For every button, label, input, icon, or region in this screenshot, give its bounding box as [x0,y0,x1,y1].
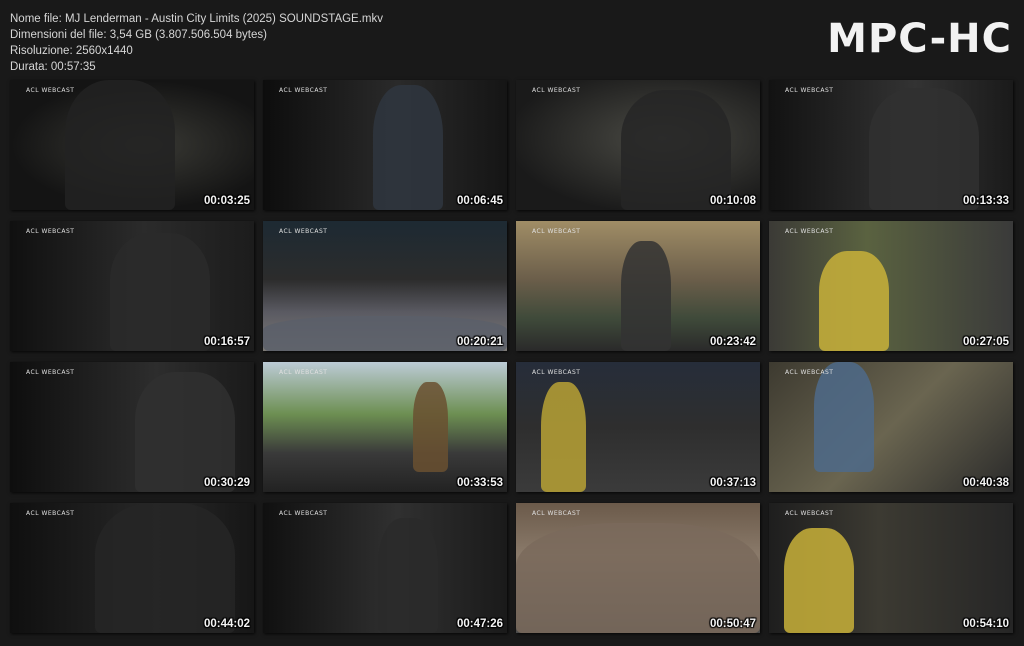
thumbnail-timecode: 00:23:42 [709,336,756,348]
video-thumbnail: ACL WEBCAST 00:50:47 [516,503,760,633]
thumbnail-timecode: 00:03:25 [203,195,250,207]
thumbnail-timecode: 00:33:53 [456,477,503,489]
thumbnail-subject [784,528,854,633]
thumbnail-timecode: 00:30:29 [203,477,250,489]
broadcast-watermark: ACL WEBCAST [785,369,834,376]
video-thumbnail: ACL WEBCAST 00:54:10 [769,503,1013,633]
thumbnail-frame [263,362,507,492]
video-thumbnail: ACL WEBCAST 00:37:13 [516,362,760,492]
thumbnail-subject [516,523,760,633]
video-thumbnail: ACL WEBCAST 00:27:05 [769,221,1013,351]
broadcast-watermark: ACL WEBCAST [532,510,581,517]
video-thumbnail: ACL WEBCAST 00:23:42 [516,221,760,351]
thumbnail-timecode: 00:47:26 [456,618,503,630]
broadcast-watermark: ACL WEBCAST [785,510,834,517]
thumbnail-subject [869,88,979,210]
broadcast-watermark: ACL WEBCAST [279,87,328,94]
video-thumbnail: ACL WEBCAST 00:16:57 [10,221,254,351]
video-thumbnail: ACL WEBCAST 00:30:29 [10,362,254,492]
video-thumbnail: ACL WEBCAST 00:44:02 [10,503,254,633]
thumbnail-timecode: 00:16:57 [203,336,250,348]
video-thumbnail: ACL WEBCAST 00:03:25 [10,80,254,210]
broadcast-watermark: ACL WEBCAST [279,228,328,235]
thumbnail-subject [621,241,671,351]
thumbnail-subject [413,382,448,472]
thumbnail-subject [541,382,586,492]
thumbnail-timecode: 00:37:13 [709,477,756,489]
mpc-hc-logo: MPC-HC [827,16,1012,62]
thumbnail-timecode: 00:06:45 [456,195,503,207]
video-thumbnail: ACL WEBCAST 00:13:33 [769,80,1013,210]
broadcast-watermark: ACL WEBCAST [26,369,75,376]
thumbnail-subject [373,85,443,210]
thumbnail-subject [621,90,731,210]
duration-line: Durata: 00:57:35 [10,61,96,73]
thumbnail-timecode: 00:10:08 [709,195,756,207]
thumbnail-frame [769,362,1013,492]
broadcast-watermark: ACL WEBCAST [279,369,328,376]
video-thumbnail: ACL WEBCAST 00:20:21 [263,221,507,351]
thumbnail-subject [819,251,889,351]
file-info-panel: Nome file: MJ Lenderman - Austin City Li… [10,11,383,75]
thumbnail-subject [110,233,210,351]
broadcast-watermark: ACL WEBCAST [532,87,581,94]
thumbnail-frame [769,221,1013,351]
broadcast-watermark: ACL WEBCAST [785,228,834,235]
thumbnail-subject [95,503,235,633]
thumbnail-timecode: 00:50:47 [709,618,756,630]
thumbnail-timecode: 00:27:05 [962,336,1009,348]
file-name-line: Nome file: MJ Lenderman - Austin City Li… [10,13,384,25]
video-thumbnail: ACL WEBCAST 00:40:38 [769,362,1013,492]
video-thumbnail: ACL WEBCAST 00:06:45 [263,80,507,210]
thumbnail-subject [65,80,175,210]
thumbnail-timecode: 00:40:38 [962,477,1009,489]
thumbnail-timecode: 00:44:02 [203,618,250,630]
thumbnail-timecode: 00:20:21 [456,336,503,348]
resolution-line: Risoluzione: 2560x1440 [10,45,133,57]
thumbnail-timecode: 00:13:33 [962,195,1009,207]
broadcast-watermark: ACL WEBCAST [26,87,75,94]
file-size-line: Dimensioni del file: 3,54 GB (3.807.506.… [10,29,267,41]
thumbnail-subject [814,362,874,472]
broadcast-watermark: ACL WEBCAST [532,369,581,376]
video-thumbnail: ACL WEBCAST 00:10:08 [516,80,760,210]
video-thumbnail: ACL WEBCAST 00:33:53 [263,362,507,492]
broadcast-watermark: ACL WEBCAST [785,87,834,94]
thumbnail-timecode: 00:54:10 [962,618,1009,630]
thumbnail-subject [378,518,438,633]
broadcast-watermark: ACL WEBCAST [26,510,75,517]
broadcast-watermark: ACL WEBCAST [279,510,328,517]
broadcast-watermark: ACL WEBCAST [26,228,75,235]
thumbnail-subject [135,372,235,492]
broadcast-watermark: ACL WEBCAST [532,228,581,235]
video-thumbnail: ACL WEBCAST 00:47:26 [263,503,507,633]
